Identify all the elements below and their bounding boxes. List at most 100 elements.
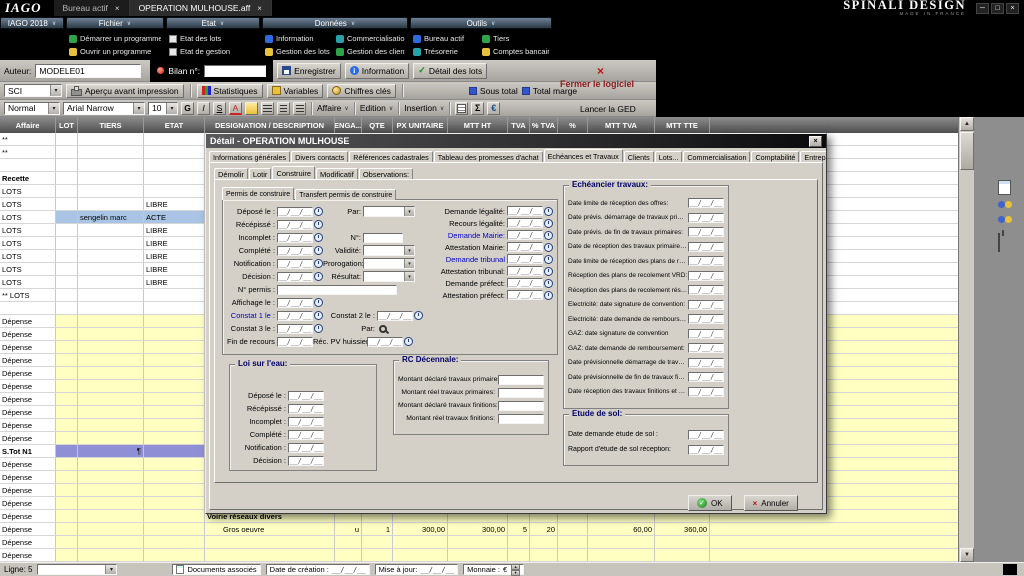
menu-item[interactable]: Etat des lots xyxy=(169,32,257,45)
date-input[interactable]: __/__/__ xyxy=(688,213,724,223)
date-input[interactable]: __/__/__ xyxy=(507,242,543,252)
dropdown[interactable]: ▾ xyxy=(363,206,415,217)
dialog-subtab[interactable]: Démolir xyxy=(214,168,248,179)
date-input[interactable]: __/__/__ xyxy=(377,311,413,321)
table-row[interactable]: Dépense xyxy=(0,536,958,549)
date-input[interactable]: __/__/__ xyxy=(288,443,324,453)
printer-shortcut-icon[interactable] xyxy=(998,233,1000,252)
bilan-input[interactable] xyxy=(204,65,266,77)
column-header[interactable]: MTT HT xyxy=(448,117,508,133)
subtotal-toggle[interactable]: Sous total xyxy=(469,86,518,96)
date-input[interactable]: __/__/__ xyxy=(688,343,724,353)
date-input[interactable]: __/__/__ xyxy=(507,278,543,288)
dialog-tab[interactable]: Informations générales xyxy=(209,151,290,162)
update-date-field[interactable]: Mise à jour: __/__/__ xyxy=(375,564,458,575)
chevron-down-icon[interactable]: ▾ xyxy=(166,103,177,114)
date-input[interactable]: __/__/__ xyxy=(688,445,724,455)
menu-item[interactable]: Ouvrir un programme xyxy=(69,45,161,58)
menu-fichier[interactable]: Fichier∨ xyxy=(66,17,164,29)
column-header[interactable]: DESIGNATION / DESCRIPTION xyxy=(205,117,335,133)
column-header[interactable]: Affaire xyxy=(0,117,56,133)
italic-button[interactable]: I xyxy=(197,102,210,115)
table-icon[interactable] xyxy=(455,102,468,115)
date-input[interactable]: __/__/__ xyxy=(688,430,724,440)
scrollbar-thumb[interactable] xyxy=(960,132,974,170)
dropdown[interactable]: ▾ xyxy=(363,271,415,282)
vertical-scrollbar[interactable]: ▲ ▼ xyxy=(958,117,974,562)
currency-stepper[interactable]: ▴▾ xyxy=(511,564,520,576)
dropdown[interactable]: ▾ xyxy=(363,258,415,269)
permis-number-input[interactable] xyxy=(277,285,397,295)
column-header[interactable]: ENGA... xyxy=(335,117,362,133)
clock-icon[interactable] xyxy=(544,255,553,264)
menu-item[interactable]: Démarrer un programme xyxy=(69,32,161,45)
status-select[interactable]: ▾ xyxy=(37,564,117,575)
date-input[interactable]: __/__/__ xyxy=(507,254,543,264)
column-header[interactable]: QTE xyxy=(362,117,393,133)
dialog-tab[interactable]: Références cadastrales xyxy=(349,151,433,162)
date-input[interactable]: __/__/__ xyxy=(688,358,724,368)
clock-icon[interactable] xyxy=(314,207,323,216)
font-color-button[interactable]: A xyxy=(229,102,242,115)
minimize-button[interactable]: ─ xyxy=(976,3,989,14)
date-input[interactable]: __/__/__ xyxy=(277,259,313,269)
clock-icon[interactable] xyxy=(314,324,323,333)
align-center-icon[interactable] xyxy=(277,102,290,115)
doc-tab-operation-mulhouse[interactable]: OPERATION MULHOUSE.aff × xyxy=(130,0,272,16)
dialog-tab[interactable]: Echéances et Travaux xyxy=(544,149,623,162)
date-input[interactable]: __/__/__ xyxy=(688,300,724,310)
column-header[interactable]: TVA xyxy=(508,117,530,133)
clock-icon[interactable] xyxy=(314,233,323,242)
date-input[interactable]: __/__/__ xyxy=(688,329,724,339)
close-software-icon[interactable]: × xyxy=(597,64,604,78)
clock-icon[interactable] xyxy=(314,259,323,268)
cancel-button[interactable]: × Annuler xyxy=(744,495,798,511)
variables-button[interactable]: Variables xyxy=(267,84,324,98)
date-input[interactable]: __/__/__ xyxy=(688,256,724,266)
permis-tab[interactable]: Transfert permis de construire xyxy=(295,189,396,200)
highlight-color-button[interactable] xyxy=(245,102,258,115)
ok-button[interactable]: ✓ OK xyxy=(688,495,732,511)
menu-item[interactable]: Trésorerie xyxy=(413,45,480,58)
menu-item[interactable]: Comptes bancaires xyxy=(482,45,549,58)
clock-icon[interactable] xyxy=(314,272,323,281)
date-input[interactable]: __/__/__ xyxy=(277,272,313,282)
amount-input[interactable] xyxy=(498,375,544,385)
menu-item[interactable]: Etat de gestion xyxy=(169,45,257,58)
dialog-subtab[interactable]: Observations: xyxy=(359,168,413,179)
date-input[interactable]: __/__/__ xyxy=(277,337,313,347)
currency-field[interactable]: Monnaie : € ▴▾ xyxy=(463,564,524,575)
date-input[interactable]: __/__/__ xyxy=(688,242,724,252)
print-preview-button[interactable]: Aperçu avant impression xyxy=(66,84,184,98)
close-tab-icon[interactable]: × xyxy=(257,4,262,13)
align-right-icon[interactable] xyxy=(293,102,306,115)
date-input[interactable]: __/__/__ xyxy=(277,220,313,230)
date-input[interactable]: __/__/__ xyxy=(288,417,324,427)
column-header[interactable]: MTT TTE xyxy=(655,117,710,133)
menu-item[interactable]: Gestion des lots xyxy=(265,45,334,58)
dialog-titlebar[interactable]: Détail - OPERATION MULHOUSE × xyxy=(206,134,826,148)
maximize-button[interactable]: □ xyxy=(991,3,1004,14)
clock-icon[interactable] xyxy=(414,311,423,320)
clock-icon[interactable] xyxy=(314,298,323,307)
launch-ged-button[interactable]: Lancer la GED xyxy=(580,104,636,114)
dialog-tab[interactable]: Comptabilité xyxy=(751,151,799,162)
form-shortcut-icon[interactable] xyxy=(998,180,1011,195)
date-input[interactable]: __/__/__ xyxy=(688,285,724,295)
menu-affaire[interactable]: Affaire∨ xyxy=(317,103,349,113)
dialog-subtab[interactable]: Modificatif xyxy=(316,168,358,179)
column-header[interactable]: LOT xyxy=(56,117,78,133)
column-header[interactable]: TIERS xyxy=(78,117,144,133)
column-header[interactable]: % xyxy=(558,117,588,133)
menu-insertion[interactable]: Insertion∨ xyxy=(404,103,444,113)
chevron-down-icon[interactable]: ▾ xyxy=(48,103,59,114)
date-input[interactable]: __/__/__ xyxy=(277,233,313,243)
menu-item[interactable]: Bureau actif xyxy=(413,32,480,45)
close-tab-icon[interactable]: × xyxy=(115,4,120,13)
menu-item[interactable]: Tiers xyxy=(482,32,549,45)
date-input[interactable]: __/__/__ xyxy=(688,271,724,281)
clock-icon[interactable] xyxy=(544,219,553,228)
documents-associes-button[interactable]: Documents associés xyxy=(172,564,260,575)
date-input[interactable]: __/__/__ xyxy=(288,404,324,414)
column-header[interactable]: ETAT xyxy=(144,117,205,133)
